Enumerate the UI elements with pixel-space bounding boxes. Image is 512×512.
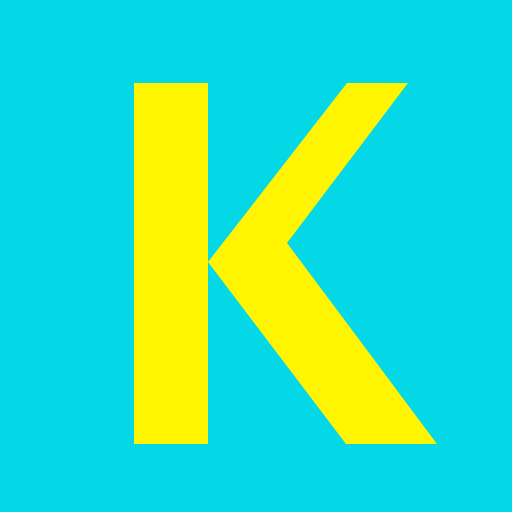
letter-k-shape xyxy=(134,83,437,444)
letter-k-glyph xyxy=(134,83,437,444)
letter-tile: K xyxy=(0,0,512,512)
